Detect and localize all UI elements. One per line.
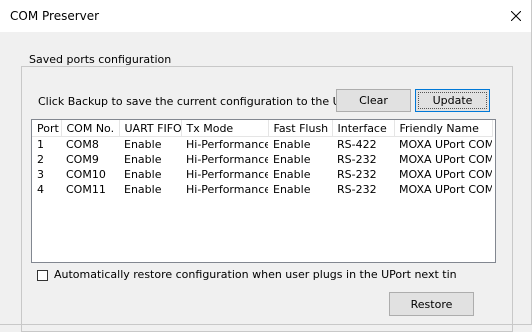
cell-com-no: COM10	[66, 168, 106, 181]
update-button[interactable]: Update	[415, 89, 490, 112]
cell-port: 2	[37, 153, 44, 166]
cell-interface: RS-422	[337, 138, 377, 151]
cell-port: 3	[37, 168, 44, 181]
group-label: Saved ports configuration	[26, 53, 175, 66]
clear-button-label: Clear	[359, 94, 388, 107]
close-button[interactable]	[501, 0, 531, 32]
cell-friendly-name: MOXA UPort COM	[399, 138, 492, 151]
cell-friendly-name: MOXA UPort COM	[399, 168, 492, 181]
cell-fast-flush: Enable	[273, 153, 311, 166]
com-preserver-window: COM Preserver Saved ports configuration …	[0, 0, 532, 332]
cell-interface: RS-232	[337, 153, 377, 166]
col-header-uart-fifo[interactable]: UART FIFO	[119, 120, 182, 137]
col-header-fast-flush[interactable]: Fast Flush	[268, 120, 333, 137]
cell-com-no: COM9	[66, 153, 99, 166]
window-title: COM Preserver	[10, 9, 100, 23]
col-header-port[interactable]: Port	[32, 120, 62, 137]
restore-button-label: Restore	[410, 297, 453, 311]
table-row[interactable]: 3 COM10 Enable Hi-Performance Enable RS-…	[32, 167, 492, 182]
cell-uart-fifo: Enable	[124, 153, 162, 166]
cell-uart-fifo: Enable	[124, 183, 162, 196]
cell-friendly-name: MOXA UPort COM	[399, 153, 492, 166]
title-bar: COM Preserver	[0, 0, 531, 32]
cell-fast-flush: Enable	[273, 183, 311, 196]
table-row[interactable]: 4 COM11 Enable Hi-Performance Enable RS-…	[32, 182, 492, 197]
table-row[interactable]: 1 COM8 Enable Hi-Performance Enable RS-4…	[32, 137, 492, 153]
cell-com-no: COM11	[66, 183, 106, 196]
cell-uart-fifo: Enable	[124, 138, 162, 151]
ports-table: Port COM No. UART FIFO Tx Mode Fast Flus…	[32, 120, 493, 197]
auto-restore-checkbox[interactable]	[37, 270, 48, 281]
col-header-tx-mode[interactable]: Tx Mode	[181, 120, 269, 137]
header-row: Port COM No. UART FIFO Tx Mode Fast Flus…	[32, 120, 493, 137]
cell-friendly-name: MOXA UPort COM	[399, 183, 492, 196]
backup-hint: Click Backup to save the current configu…	[38, 95, 363, 108]
cell-port: 4	[37, 183, 44, 196]
restore-button[interactable]: Restore	[389, 292, 474, 316]
table-row[interactable]: 2 COM9 Enable Hi-Performance Enable RS-2…	[32, 152, 492, 167]
cell-tx-mode: Hi-Performance	[186, 153, 268, 166]
cell-fast-flush: Enable	[273, 138, 311, 151]
focus-rect	[418, 92, 487, 109]
cell-interface: RS-232	[337, 168, 377, 181]
cell-tx-mode: Hi-Performance	[186, 168, 268, 181]
auto-restore-label[interactable]: Automatically restore configuration when…	[54, 268, 486, 281]
cell-port: 1	[37, 138, 44, 151]
cell-tx-mode: Hi-Performance	[186, 183, 268, 196]
col-header-friendly-name[interactable]: Friendly Name	[394, 120, 493, 137]
cell-tx-mode: Hi-Performance	[186, 138, 268, 151]
clear-button[interactable]: Clear	[336, 89, 411, 112]
col-header-interface[interactable]: Interface	[332, 120, 395, 137]
col-header-com-no[interactable]: COM No.	[61, 120, 120, 137]
cell-com-no: COM8	[66, 138, 99, 151]
close-icon	[511, 11, 521, 21]
ports-list[interactable]: Port COM No. UART FIFO Tx Mode Fast Flus…	[31, 119, 496, 263]
cell-interface: RS-232	[337, 183, 377, 196]
cell-fast-flush: Enable	[273, 168, 311, 181]
cell-uart-fifo: Enable	[124, 168, 162, 181]
